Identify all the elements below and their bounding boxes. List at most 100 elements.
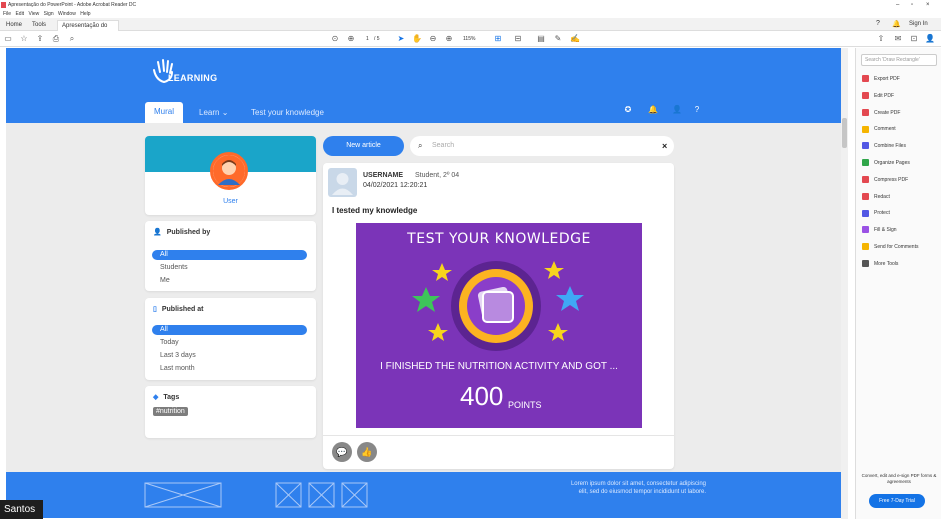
tool-more-tools[interactable]: More Tools: [862, 259, 938, 269]
tab-tools[interactable]: Tools: [28, 20, 50, 31]
tool-icon: [862, 192, 869, 200]
published-by-title: 👤 Published by: [153, 228, 210, 236]
tool-icon: [862, 209, 869, 217]
new-article-button[interactable]: New article: [323, 136, 404, 156]
tool-organize-pages[interactable]: Organize Pages: [862, 158, 938, 168]
fit-page-icon[interactable]: ⊞: [493, 34, 503, 44]
tool-label: Protect: [874, 210, 890, 217]
bell-icon[interactable]: 🔔: [892, 20, 901, 28]
tag-icon: ◆: [153, 394, 159, 401]
search-icon: ⌕: [418, 141, 423, 150]
tag-nutrition[interactable]: #nutrition: [153, 407, 188, 416]
sign-in-button[interactable]: Sign In: [909, 21, 928, 27]
published-by-students[interactable]: Students: [152, 263, 307, 273]
select-cursor-icon[interactable]: ➤: [396, 34, 406, 44]
zoom-select[interactable]: 115%: [463, 36, 475, 42]
zoom-in-icon[interactable]: ⊕: [444, 34, 454, 44]
menu-file[interactable]: File: [3, 11, 11, 17]
image-heading: TEST YOUR KNOWLEDGE: [407, 231, 591, 247]
tool-create-pdf[interactable]: Create PDF: [862, 108, 938, 118]
tool-export-pdf[interactable]: Export PDF: [862, 74, 938, 84]
comment-bubble-icon[interactable]: 💬: [332, 442, 352, 462]
toolbar: ▭ ☆ ⇪ ⎙ ⌕ ⊙ ⊕ 1 / 5 ➤ ✋ ⊖ ⊕ 115% ⊞ ⊟ ▤ ✎…: [0, 31, 941, 47]
pen-icon[interactable]: ✎: [553, 34, 563, 44]
tool-icon: [862, 259, 869, 267]
chevron-down-icon: ⌄: [221, 108, 229, 117]
menu-window[interactable]: Window: [58, 11, 76, 17]
tool-protect[interactable]: Protect: [862, 208, 938, 218]
tool-redact[interactable]: Redact: [862, 192, 938, 202]
tab-home[interactable]: Home: [2, 20, 26, 31]
free-trial-button[interactable]: Free 7-Day Trial: [869, 494, 925, 508]
award-icon[interactable]: ✪: [623, 105, 633, 115]
tool-label: Create PDF: [874, 109, 901, 116]
tab-document[interactable]: Apresentação do P... ×: [57, 20, 119, 40]
vertical-scrollbar[interactable]: [841, 48, 848, 519]
tool-label: Send for Comments: [874, 244, 919, 250]
help-circle-icon[interactable]: ?: [692, 105, 702, 115]
minimize-icon[interactable]: –: [896, 0, 899, 10]
profile-icon[interactable]: 👤: [672, 105, 682, 115]
clear-search-icon[interactable]: ×: [662, 136, 667, 156]
person-icon: 👤: [153, 229, 162, 236]
app-header: LEARNING Mural Learn ⌄ Test your knowled…: [6, 48, 841, 123]
user-label[interactable]: User: [145, 198, 316, 205]
like-icon[interactable]: 👍: [357, 442, 377, 462]
nav-tab-learn[interactable]: Learn ⌄: [199, 106, 228, 123]
participant-name: Santos: [0, 500, 43, 519]
tool-compress-pdf[interactable]: Compress PDF: [862, 175, 938, 185]
zoom-out-icon[interactable]: ⊖: [428, 34, 438, 44]
maximize-icon[interactable]: ▫: [911, 0, 913, 10]
page-number-input[interactable]: 1: [366, 36, 369, 42]
tool-icon: [862, 75, 869, 83]
pages-icon[interactable]: ▭: [3, 34, 13, 44]
user-card: User: [145, 136, 316, 215]
comment-icon[interactable]: ▤: [536, 34, 546, 44]
tags-title-text: Tags: [163, 394, 180, 401]
published-by-all[interactable]: All: [152, 250, 307, 260]
published-at-last-3-days[interactable]: Last 3 days: [152, 351, 307, 361]
nav-tab-mural[interactable]: Mural: [145, 102, 183, 123]
help-icon[interactable]: ?: [876, 20, 880, 27]
published-by-me[interactable]: Me: [152, 276, 307, 286]
magnify-icon[interactable]: ⌕: [67, 34, 77, 44]
avatar[interactable]: [210, 152, 248, 190]
post-date: 04/02/2021 12:20:21: [363, 182, 428, 189]
published-at-today[interactable]: Today: [152, 338, 307, 348]
page-up-icon[interactable]: ⊙: [330, 34, 340, 44]
hand-icon[interactable]: ✋: [412, 34, 422, 44]
scrollbar-thumb[interactable]: [842, 118, 847, 148]
published-at-last-month[interactable]: Last month: [152, 364, 307, 374]
nav-tab-test[interactable]: Test your knowledge: [251, 106, 324, 123]
menu-edit[interactable]: Edit: [15, 11, 24, 17]
tool-comment[interactable]: Comment: [862, 124, 938, 134]
search-input[interactable]: Search: [432, 136, 652, 156]
tool-fill-sign[interactable]: Fill & Sign: [862, 225, 938, 235]
tool-combine-files[interactable]: Combine Files: [862, 141, 938, 151]
add-user-icon[interactable]: 👤: [925, 34, 935, 44]
menu-view[interactable]: View: [28, 11, 39, 17]
tool-send-for-comments[interactable]: Send for Comments: [862, 242, 938, 252]
tool-icon: [862, 175, 869, 183]
post-username[interactable]: USERNAME: [363, 172, 403, 179]
post-avatar[interactable]: [328, 168, 357, 197]
page-down-icon[interactable]: ⊕: [346, 34, 356, 44]
published-at-all[interactable]: All: [152, 325, 307, 335]
scroll-mode-icon[interactable]: ⊟: [513, 34, 523, 44]
nav-tab-learn-label: Learn: [199, 108, 220, 117]
tool-label: Comment: [874, 126, 896, 133]
notification-bell-icon[interactable]: 🔔: [648, 105, 658, 115]
share-link-icon[interactable]: ⊡: [909, 34, 919, 44]
mail-icon[interactable]: ✉: [893, 34, 903, 44]
share-icon[interactable]: ⇧: [876, 34, 886, 44]
menu-sign[interactable]: Sign: [44, 11, 54, 17]
sign-icon[interactable]: ✍: [570, 34, 580, 44]
tools-search-input[interactable]: Search 'Draw Rectangle': [861, 54, 937, 66]
close-icon[interactable]: ×: [926, 0, 930, 10]
upload-icon[interactable]: ⇪: [35, 34, 45, 44]
menu-help[interactable]: Help: [80, 11, 90, 17]
tab-bar: Home Tools Apresentação do P... × ? 🔔 Si…: [0, 18, 941, 40]
print-icon[interactable]: ⎙: [51, 34, 61, 44]
bookmark-star-icon[interactable]: ☆: [19, 34, 29, 44]
tool-edit-pdf[interactable]: Edit PDF: [862, 91, 938, 101]
